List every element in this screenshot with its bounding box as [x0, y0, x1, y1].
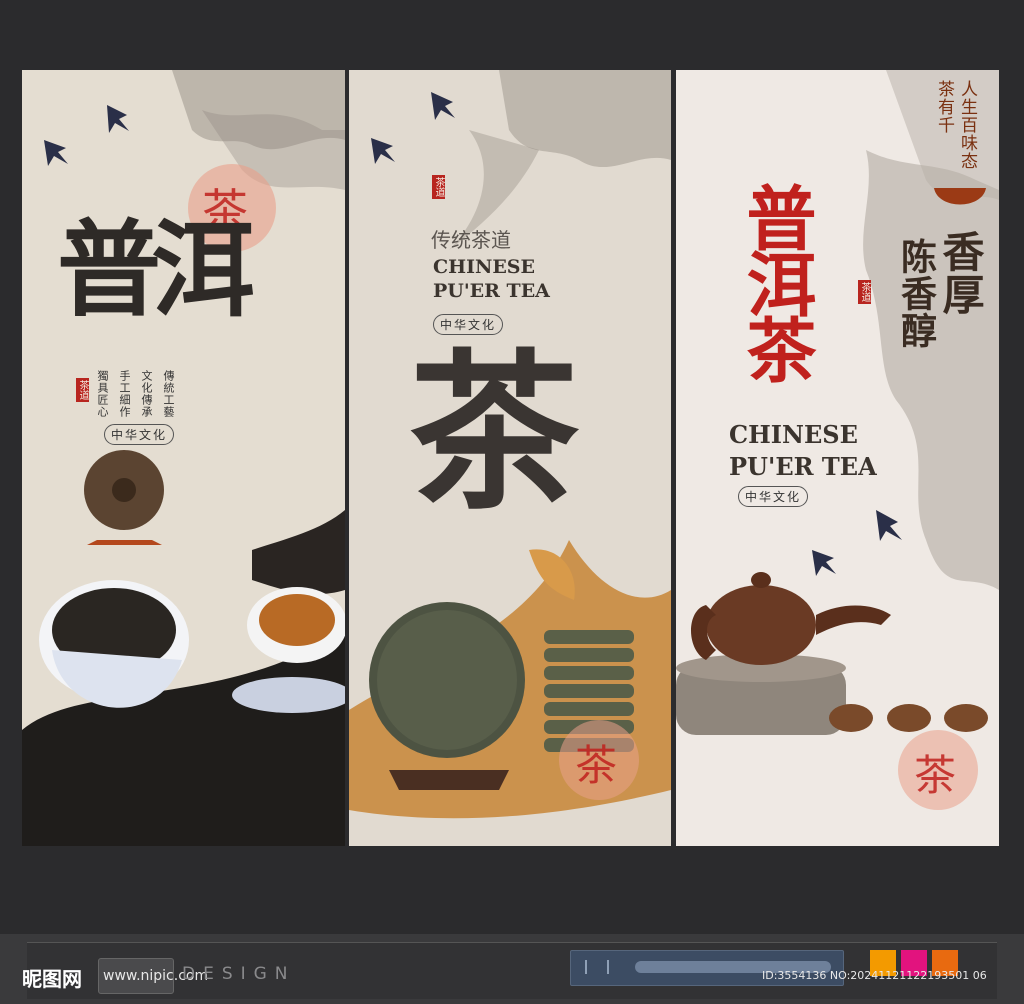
column-text: 獨具匠心 — [96, 370, 109, 418]
seal-stamp-char: 茶 — [914, 751, 957, 800]
image-id-text: ID:3554136 NO:20241121122193501 06 — [762, 969, 987, 982]
poster-panel-3: 人生百味态 茶有千 普洱茶 香厚 陈香醇 茶道 CHINESE PU'ER TE… — [676, 70, 999, 846]
seal-stamp-char: 茶 — [575, 741, 618, 790]
poster-panel-2: 茶道 传统茶道 CHINESE PU'ER TEA 中华文化 茶 茶 — [349, 70, 671, 846]
ink-wash-background — [22, 70, 345, 846]
pause-icon — [585, 960, 609, 974]
site-logo[interactable]: 昵图网 — [22, 963, 82, 992]
subtitle-cn: 传统茶道 — [431, 228, 511, 252]
calligraphy-big-char: 茶 — [409, 333, 580, 533]
culture-badge: 中华文化 — [433, 314, 504, 335]
english-title-line2: PU'ER TEA — [433, 280, 550, 302]
site-url[interactable]: www.nipic.com — [98, 958, 208, 994]
verse-col-2: 茶有千 — [934, 80, 954, 134]
calligraphy-title: 普洱 — [57, 208, 255, 331]
side-title-col-1: 香厚 — [936, 230, 985, 316]
column-text: 傳統工藝 — [162, 370, 175, 418]
english-title-line1: CHINESE — [729, 420, 858, 449]
culture-badge: 中华文化 — [104, 424, 175, 445]
design-label: DESIGN — [182, 964, 296, 984]
small-red-seal: 茶道 — [858, 280, 871, 304]
poster-panel-1: 茶 普洱 茶道 傳統工藝 文化傳承 手工細作 獨具匠心 中华文化 — [22, 70, 345, 846]
english-title-line1: CHINESE — [433, 256, 536, 278]
side-title-col-2: 陈香醇 — [895, 238, 937, 349]
english-title-line2: PU'ER TEA — [729, 452, 877, 481]
small-red-seal: 茶道 — [432, 175, 445, 199]
column-text: 文化傳承 — [140, 370, 153, 418]
vertical-text-columns: 傳統工藝 文化傳承 手工細作 獨具匠心 — [94, 370, 176, 418]
verse-col-1: 人生百味态 — [957, 80, 977, 170]
red-title: 普洱茶 — [735, 182, 818, 380]
culture-badge: 中华文化 — [738, 486, 809, 507]
small-red-seal: 茶道 — [76, 378, 89, 402]
column-text: 手工細作 — [118, 370, 131, 418]
